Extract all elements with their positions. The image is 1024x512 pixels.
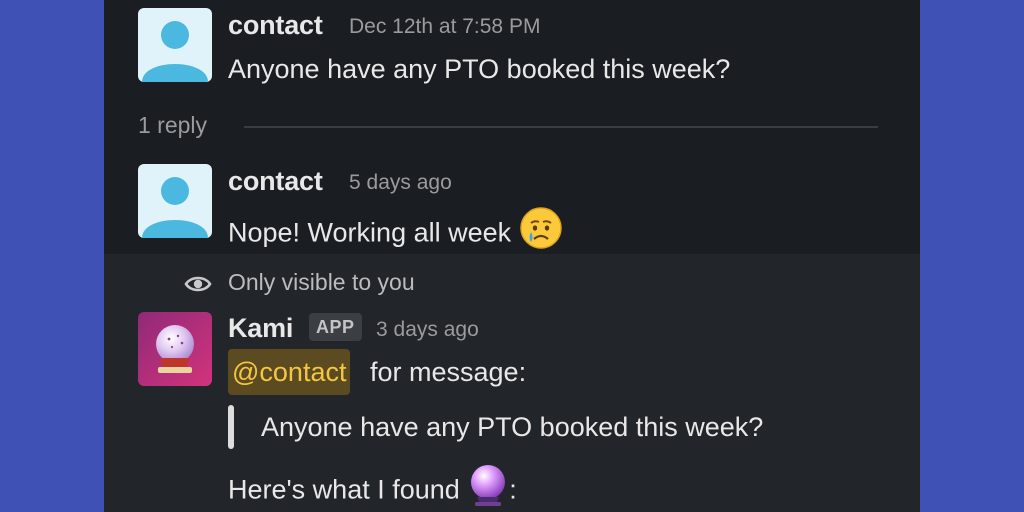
message-timestamp[interactable]: Dec 12th at 7:58 PM: [349, 15, 540, 39]
crystal-ball-icon: [467, 463, 509, 512]
avatar[interactable]: [138, 8, 212, 82]
crystal-ball-avatar-icon: [138, 312, 212, 386]
message-timestamp[interactable]: 5 days ago: [349, 171, 452, 195]
reply-divider: [244, 126, 878, 128]
visibility-note: Only visible to you: [228, 269, 415, 295]
message-author[interactable]: contact: [228, 166, 323, 197]
bot-avatar[interactable]: [138, 312, 212, 386]
message-panel: contact Dec 12th at 7:58 PM Anyone have …: [104, 0, 920, 512]
quote-bar: [228, 405, 234, 449]
app-badge: APP: [309, 313, 362, 341]
message-timestamp[interactable]: 3 days ago: [376, 318, 479, 342]
avatar[interactable]: [138, 164, 212, 238]
mention-suffix-text: for message:: [370, 357, 527, 387]
bot-author[interactable]: Kami: [228, 313, 293, 344]
user-avatar-icon: [138, 164, 212, 238]
found-text-row: Here's what I found :: [228, 463, 517, 512]
found-text: Here's what I found: [228, 474, 460, 505]
user-mention[interactable]: @contact: [228, 349, 351, 395]
message-text: Anyone have any PTO booked this week?: [228, 54, 731, 84]
message-text-row: Nope! Working all week: [228, 206, 563, 260]
message-text: Nope! Working all week: [228, 217, 512, 248]
thread-area: contact Dec 12th at 7:58 PM Anyone have …: [104, 0, 920, 254]
reply-count[interactable]: 1 reply: [138, 112, 207, 139]
crying-face-icon: [519, 206, 563, 257]
found-suffix: :: [509, 474, 517, 505]
quoted-message: Anyone have any PTO booked this week?: [261, 412, 764, 442]
eye-icon: [184, 271, 212, 302]
message-author[interactable]: contact: [228, 10, 323, 41]
user-avatar-icon: [138, 8, 212, 82]
